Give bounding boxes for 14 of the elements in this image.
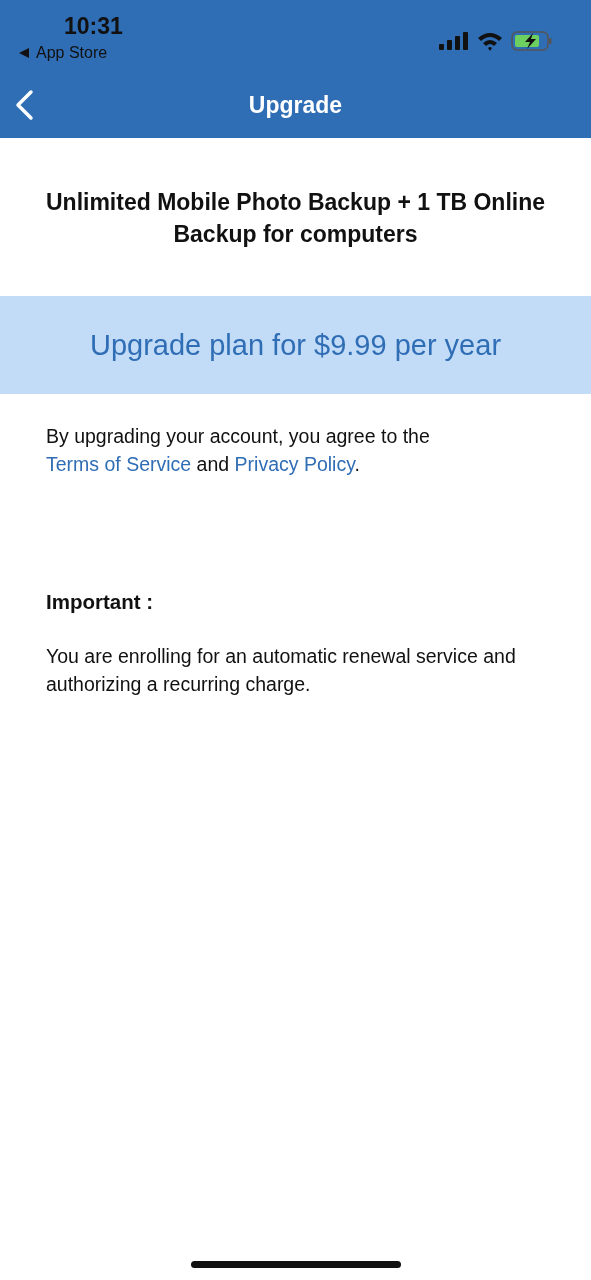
terms-of-service-link[interactable]: Terms of Service xyxy=(46,453,192,475)
wifi-icon xyxy=(477,31,503,51)
status-time: 10:31 xyxy=(64,12,123,40)
plan-title: Unlimited Mobile Photo Backup + 1 TB Online Backup for computers xyxy=(45,188,546,249)
privacy-policy-link[interactable]: Privacy Policy xyxy=(234,453,355,475)
important-heading: Important : xyxy=(45,590,155,614)
back-triangle-icon xyxy=(18,47,30,59)
renewal-notice: You are enrolling for an automatic renewal service and authorizing a recurring charge. xyxy=(45,644,517,697)
battery-charging-icon xyxy=(511,31,553,51)
agreement-text: By upgrading your account, you agree to the Terms of Service and Privacy Policy. xyxy=(45,424,431,477)
signal-icon xyxy=(439,32,469,50)
upgrade-plan-button[interactable]: Upgrade plan for $9.99 per year xyxy=(0,296,591,394)
screen-title: Upgrade xyxy=(248,91,343,119)
back-to-app-link[interactable]: App Store xyxy=(36,44,108,62)
